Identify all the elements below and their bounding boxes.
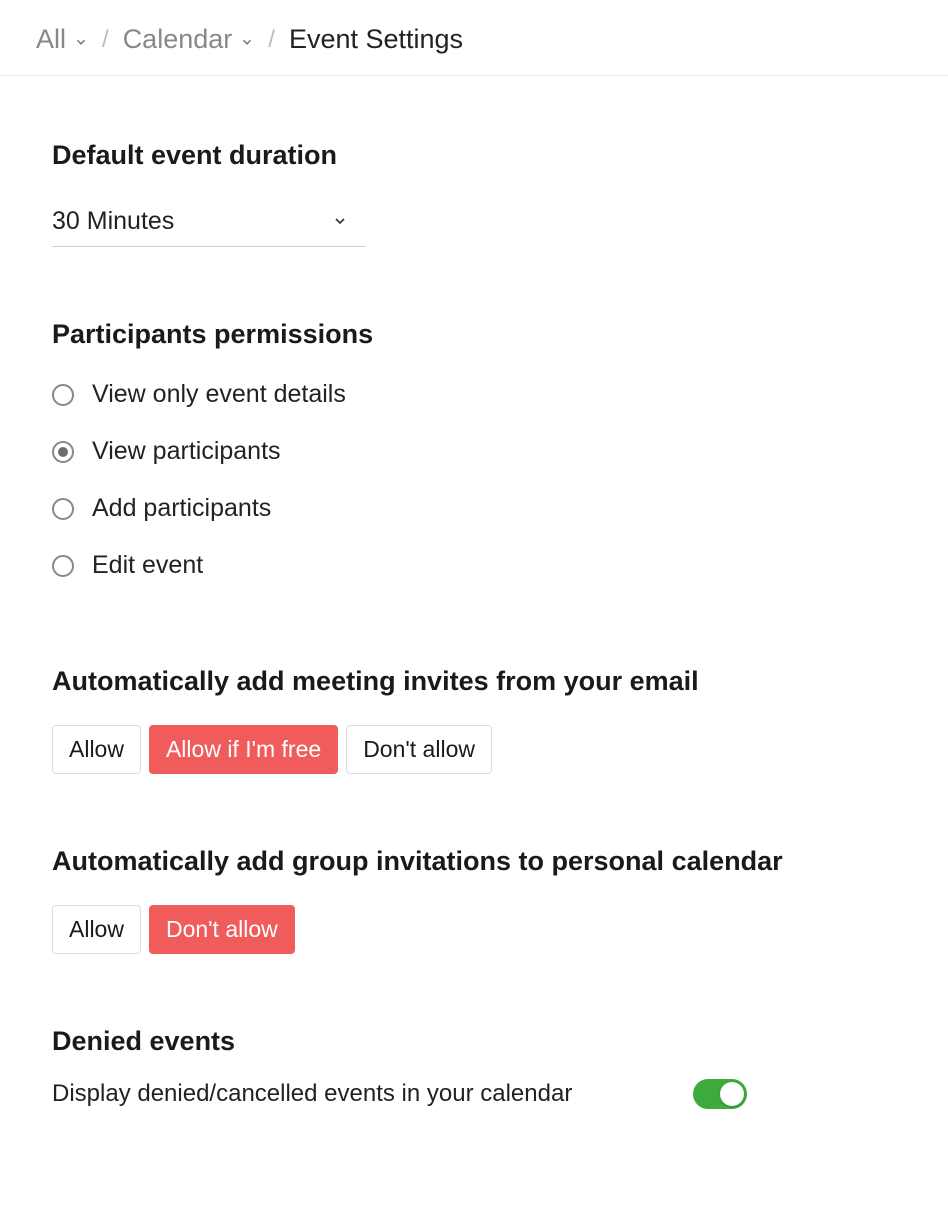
breadcrumb-mid-label: Calendar xyxy=(123,24,233,55)
section-denied-events: Denied events Display denied/cancelled e… xyxy=(52,1026,896,1109)
meeting-invites-dont-allow[interactable]: Don't allow xyxy=(346,725,492,774)
section-meeting-invites: Automatically add meeting invites from y… xyxy=(52,666,896,774)
meeting-invites-title: Automatically add meeting invites from y… xyxy=(52,666,896,697)
switch-knob xyxy=(720,1082,744,1106)
chevron-down-icon xyxy=(332,213,348,229)
permission-option-edit-event[interactable]: Edit event xyxy=(52,537,896,594)
denied-label: Display denied/cancelled events in your … xyxy=(52,1080,572,1108)
group-invites-title: Automatically add group invitations to p… xyxy=(52,846,896,877)
duration-select-value: 30 Minutes xyxy=(52,207,174,235)
breadcrumb: All / Calendar / Event Settings xyxy=(0,0,948,76)
radio-icon xyxy=(52,555,74,577)
radio-label: Add participants xyxy=(92,494,271,523)
breadcrumb-current: Event Settings xyxy=(289,24,463,55)
permissions-radio-group: View only event details View participant… xyxy=(52,366,896,594)
permissions-title: Participants permissions xyxy=(52,319,896,350)
denied-toggle[interactable] xyxy=(693,1079,747,1109)
radio-label: View participants xyxy=(92,437,281,466)
group-invites-group: Allow Don't allow xyxy=(52,905,896,954)
duration-select[interactable]: 30 Minutes xyxy=(52,207,366,247)
breadcrumb-current-label: Event Settings xyxy=(289,24,463,55)
denied-title: Denied events xyxy=(52,1026,896,1057)
permission-option-view-participants[interactable]: View participants xyxy=(52,423,896,480)
duration-title: Default event duration xyxy=(52,140,896,171)
content: Default event duration 30 Minutes Partic… xyxy=(0,76,948,1221)
chevron-down-icon xyxy=(74,35,88,49)
chevron-down-icon xyxy=(240,35,254,49)
breadcrumb-root-label: All xyxy=(36,24,66,55)
section-duration: Default event duration 30 Minutes xyxy=(52,140,896,247)
radio-label: View only event details xyxy=(92,380,346,409)
meeting-invites-allow-if-free[interactable]: Allow if I'm free xyxy=(149,725,338,774)
section-group-invites: Automatically add group invitations to p… xyxy=(52,846,896,954)
group-invites-allow[interactable]: Allow xyxy=(52,905,141,954)
radio-label: Edit event xyxy=(92,551,203,580)
group-invites-dont-allow[interactable]: Don't allow xyxy=(149,905,295,954)
section-permissions: Participants permissions View only event… xyxy=(52,319,896,594)
breadcrumb-root[interactable]: All xyxy=(36,24,88,55)
breadcrumb-separator: / xyxy=(102,26,109,54)
meeting-invites-group: Allow Allow if I'm free Don't allow xyxy=(52,725,896,774)
permission-option-view-details[interactable]: View only event details xyxy=(52,366,896,423)
radio-icon xyxy=(52,441,74,463)
radio-icon xyxy=(52,384,74,406)
permission-option-add-participants[interactable]: Add participants xyxy=(52,480,896,537)
breadcrumb-separator: / xyxy=(268,26,275,54)
denied-row: Display denied/cancelled events in your … xyxy=(52,1079,747,1109)
breadcrumb-mid[interactable]: Calendar xyxy=(123,24,255,55)
radio-icon xyxy=(52,498,74,520)
meeting-invites-allow[interactable]: Allow xyxy=(52,725,141,774)
